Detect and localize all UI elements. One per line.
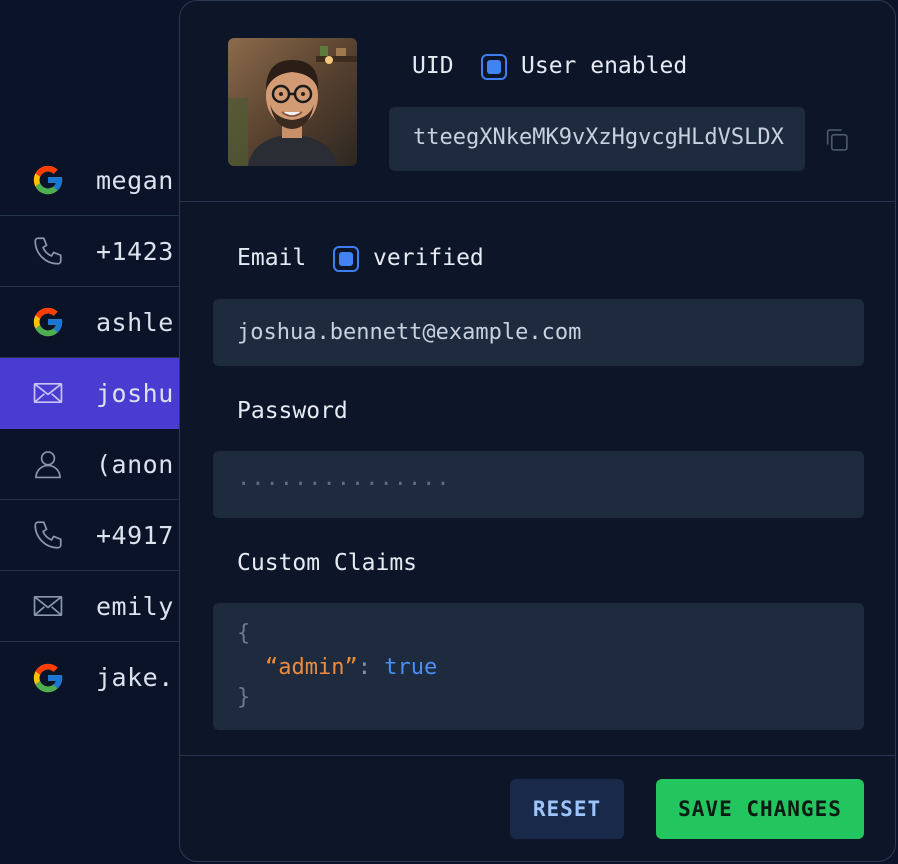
user-row[interactable]: (anon: [0, 429, 200, 500]
user-label: megan: [96, 165, 174, 195]
user-label: emily: [96, 591, 174, 621]
email-verified-checkbox[interactable]: [333, 246, 359, 272]
user-detail-panel: UID User enabled tteegXNkeMK9vXzHgvcgHLd…: [179, 0, 896, 862]
claims-open-brace: {: [237, 621, 251, 646]
claim-value: true: [384, 655, 438, 680]
google-icon: [30, 304, 66, 340]
divider: [180, 201, 895, 202]
email-value: joshua.bennett@example.com: [237, 320, 582, 345]
user-enabled-label: User enabled: [521, 53, 688, 79]
password-value: ···············: [237, 472, 451, 497]
user-enabled-checkbox[interactable]: [481, 54, 507, 80]
email-label: Email: [237, 245, 307, 271]
person-icon: [30, 446, 66, 482]
user-label: joshu: [96, 378, 174, 408]
claim-line: “admin”: true: [265, 655, 437, 680]
mail-icon: [30, 588, 66, 624]
user-label: (anon: [96, 449, 174, 479]
uid-value: tteegXNkeMK9vXzHgvcgHLdVSLDX: [413, 125, 784, 150]
user-row[interactable]: +1423: [0, 216, 200, 287]
phone-icon: [30, 517, 66, 553]
user-row-selected[interactable]: joshu: [0, 358, 200, 429]
phone-icon: [30, 233, 66, 269]
user-list: megan +1423 ashle joshu (anon +4917 emil…: [0, 145, 200, 713]
reset-button[interactable]: RESET: [510, 779, 624, 839]
user-row[interactable]: jake.: [0, 642, 200, 713]
password-label: Password: [237, 398, 348, 424]
user-label: ashle: [96, 307, 174, 337]
avatar: [228, 38, 357, 166]
custom-claims-label: Custom Claims: [237, 550, 418, 576]
custom-claims-editor[interactable]: { “admin”: true }: [213, 603, 864, 730]
user-label: +1423: [96, 236, 174, 266]
user-row[interactable]: emily: [0, 571, 200, 642]
save-changes-button[interactable]: SAVE CHANGES: [656, 779, 864, 839]
copy-icon[interactable]: [823, 126, 851, 154]
password-field[interactable]: ···············: [213, 451, 864, 518]
claim-key: “admin”: [265, 655, 358, 680]
uid-label: UID: [412, 53, 454, 79]
claims-close-brace: }: [237, 685, 251, 710]
email-field[interactable]: joshua.bennett@example.com: [213, 299, 864, 366]
google-icon: [30, 162, 66, 198]
user-row[interactable]: megan: [0, 145, 200, 216]
user-label: jake.: [96, 663, 174, 692]
mail-icon: [30, 375, 66, 411]
user-row[interactable]: +4917: [0, 500, 200, 571]
uid-field[interactable]: tteegXNkeMK9vXzHgvcgHLdVSLDX: [389, 107, 805, 171]
verified-label: verified: [373, 245, 484, 271]
claim-colon: :: [357, 655, 385, 680]
user-label: +4917: [96, 520, 174, 550]
divider: [180, 755, 895, 756]
user-row[interactable]: ashle: [0, 287, 200, 358]
google-icon: [30, 660, 66, 696]
